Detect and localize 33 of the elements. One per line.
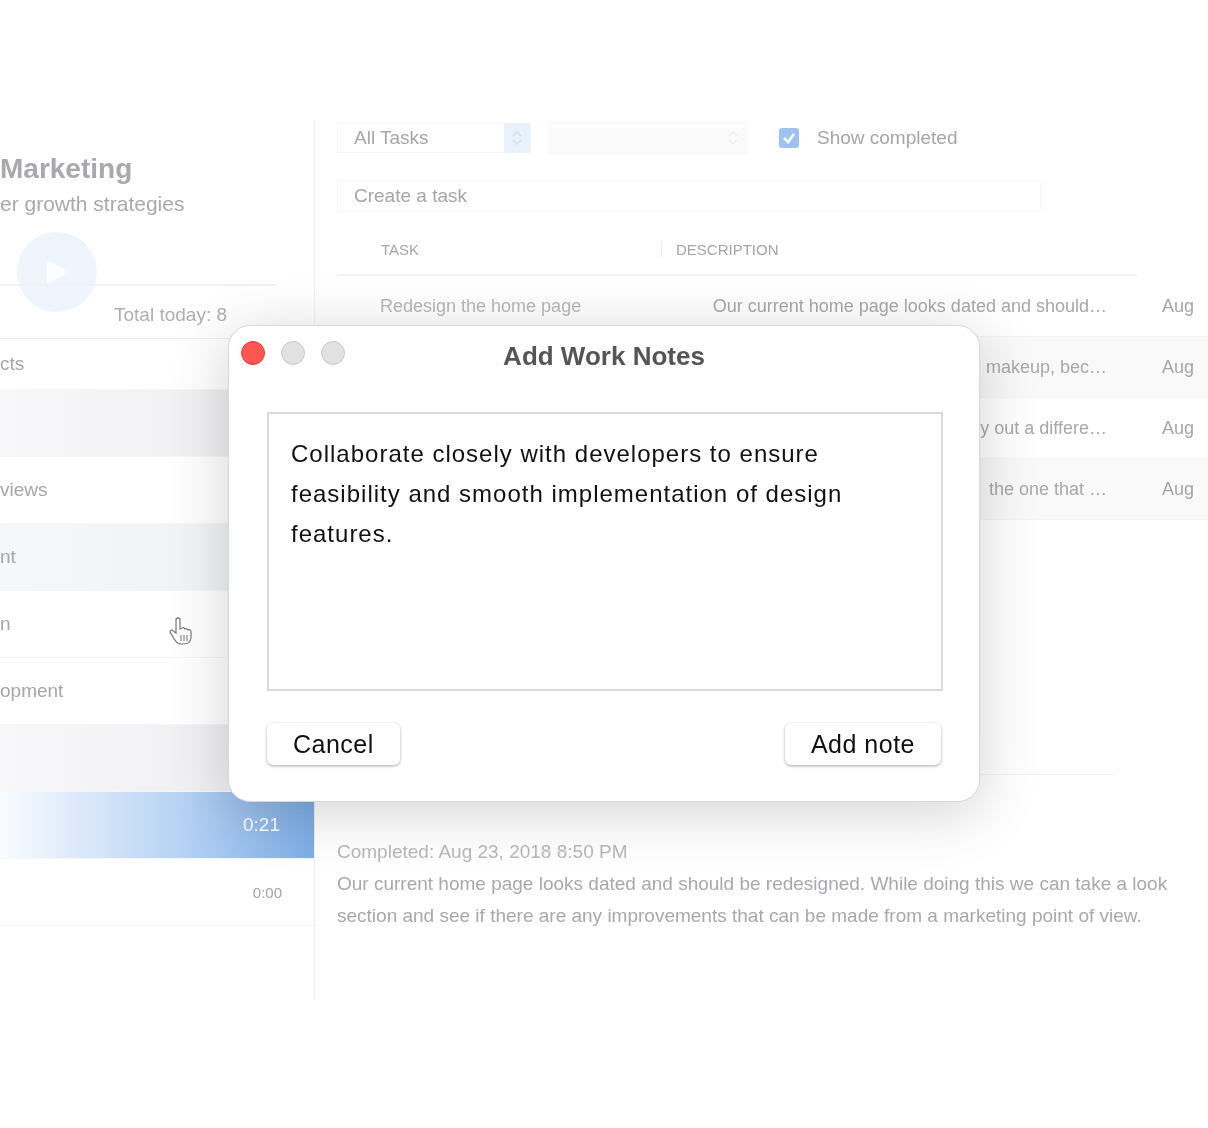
- minimize-button[interactable]: [281, 341, 305, 365]
- cancel-button[interactable]: Cancel: [267, 723, 400, 765]
- description-text: section and see if there are any improvements that can be made from a marketing point of view.: [337, 905, 1143, 927]
- completed-date: Completed: Aug 23, 2018 8:50 PM: [337, 841, 629, 863]
- checkbox-label: Show completed: [817, 127, 958, 149]
- dialog-title: Add Work Notes: [503, 340, 705, 372]
- table-cell: Aug: [1162, 478, 1195, 500]
- project-title: Marketing: [0, 152, 134, 186]
- close-button[interactable]: [241, 341, 265, 365]
- table-cell: Redesign the home page: [380, 295, 582, 316]
- table-cell: y out a differe…: [980, 417, 1107, 439]
- table-cell: makeup, bec…: [985, 356, 1107, 378]
- create-task-field[interactable]: Create a task: [337, 180, 1041, 212]
- stepper-icon: [504, 123, 530, 153]
- table-cell: Our current home page looks dated and should…: [712, 295, 1107, 317]
- table-cell: the one that …: [988, 478, 1107, 500]
- column-header: DESCRIPTION: [675, 240, 779, 258]
- filter-select[interactable]: All Tasks: [337, 123, 531, 153]
- column-header: TASK: [337, 240, 662, 258]
- project-subtitle: er growth strategies: [0, 192, 186, 216]
- checkbox[interactable]: [779, 128, 799, 148]
- note-field[interactable]: Collaborate closely with developers to ensure feasibility and smooth implementation of design features.: [267, 412, 943, 691]
- check-icon: [782, 131, 796, 145]
- description-text: Our current home page looks dated and should be redesigned. While doing this we can take a look: [337, 873, 1169, 895]
- zoom-button[interactable]: [321, 341, 345, 365]
- timer-row[interactable]: 0:00: [0, 859, 314, 926]
- table-cell: Aug: [1162, 417, 1195, 439]
- table-cell: Aug: [1162, 295, 1195, 317]
- hand-cursor-icon: [168, 616, 194, 646]
- add-note-button[interactable]: Add note: [784, 723, 941, 765]
- total-today: Total today: 8: [114, 304, 228, 326]
- timer-row[interactable]: 0:21: [0, 792, 314, 859]
- table-cell: Aug: [1162, 356, 1195, 378]
